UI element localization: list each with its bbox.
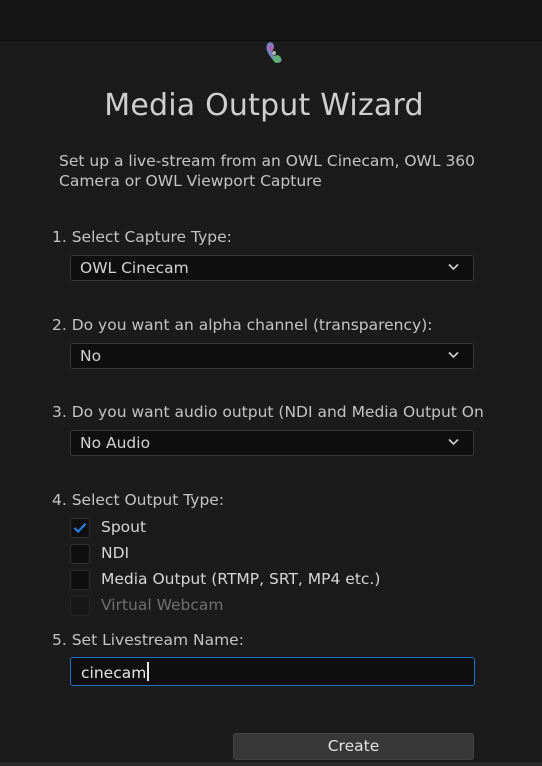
bottom-border [0,762,542,766]
window-title-bar [0,0,542,41]
virtual-webcam-checkbox [70,596,90,616]
audio-output-label: 3. Do you want audio output (NDI and Med… [52,403,484,421]
livestream-name-label: 5. Set Livestream Name: [52,631,244,649]
create-button[interactable]: Create [233,733,474,760]
checkmark-icon [73,523,87,534]
capture-type-label: 1. Select Capture Type: [52,228,232,246]
alpha-channel-value: No [80,347,102,365]
virtual-webcam-label: Virtual Webcam [101,596,224,614]
ndi-label: NDI [101,544,130,562]
media-output-label: Media Output (RTMP, SRT, MP4 etc.) [101,570,381,588]
ndi-checkbox[interactable] [70,544,90,564]
capture-type-dropdown[interactable]: OWL Cinecam [70,255,474,281]
page-title: Media Output Wizard [104,88,424,123]
text-caret [147,662,149,681]
livestream-name-input[interactable]: cinecam [70,657,475,686]
spout-checkbox[interactable] [70,518,90,538]
media-output-checkbox[interactable] [70,570,90,590]
chevron-down-icon [448,438,459,446]
livestream-name-value: cinecam [81,664,147,682]
owl-logo-icon [266,42,282,63]
chevron-down-icon [448,351,459,359]
audio-output-dropdown[interactable]: No Audio [70,430,474,456]
audio-output-value: No Audio [80,434,151,452]
chevron-down-icon [448,263,459,271]
capture-type-value: OWL Cinecam [80,259,189,277]
alpha-channel-dropdown[interactable]: No [70,343,474,369]
intro-text: Set up a live-stream from an OWL Cinecam… [59,152,476,190]
spout-label: Spout [101,518,147,536]
output-type-label: 4. Select Output Type: [52,491,225,509]
alpha-channel-label: 2. Do you want an alpha channel (transpa… [52,316,433,334]
